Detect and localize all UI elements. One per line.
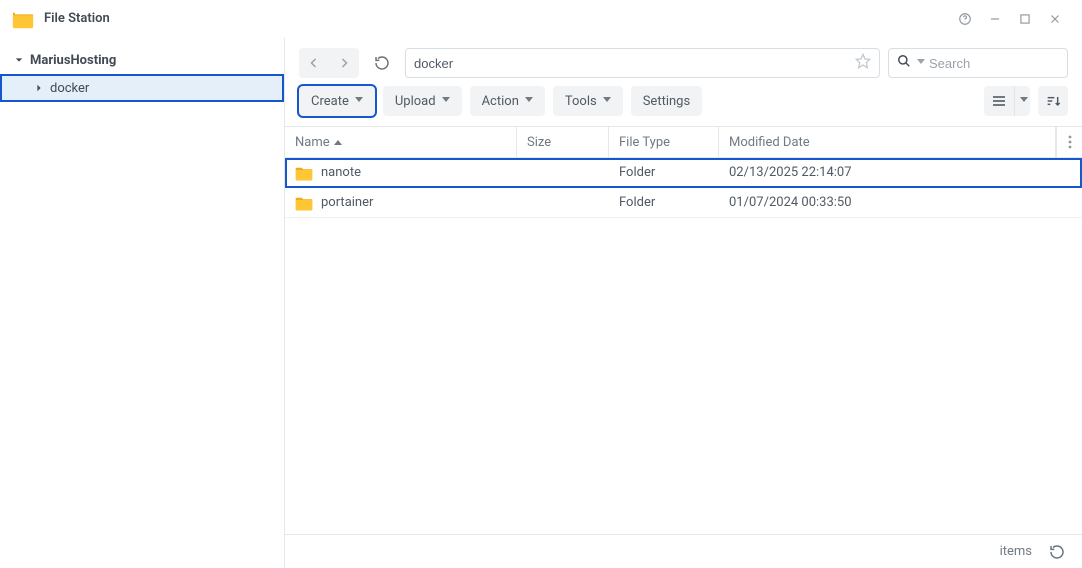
status-items-label: items (1000, 544, 1032, 559)
chevron-down-icon (355, 97, 363, 105)
app-title: File Station (44, 11, 110, 26)
sidebar: MariusHosting docker (0, 38, 285, 568)
folder-icon (295, 195, 313, 211)
chevron-down-icon[interactable] (915, 59, 925, 67)
upload-button[interactable]: Upload (383, 86, 462, 116)
action-button[interactable]: Action (470, 86, 545, 116)
action-toolbar: Create Upload Action Tools Settings (285, 84, 1082, 126)
tools-button-label: Tools (565, 94, 597, 109)
maximize-button[interactable] (1010, 4, 1040, 34)
sort-button[interactable] (1038, 86, 1068, 116)
path-input[interactable] (414, 56, 849, 71)
file-date: 02/13/2025 22:14:07 (719, 165, 1082, 180)
settings-button[interactable]: Settings (631, 86, 702, 116)
help-button[interactable] (950, 4, 980, 34)
create-button[interactable]: Create (299, 86, 375, 116)
tree-item-label: docker (50, 81, 89, 96)
column-header-date[interactable]: Modified Date (719, 127, 1056, 157)
file-name: nanote (321, 165, 361, 180)
file-date: 01/07/2024 00:33:50 (719, 195, 1082, 210)
column-date-label: Modified Date (729, 135, 810, 150)
refresh-button[interactable] (367, 48, 397, 78)
table-row[interactable]: nanote Folder 02/13/2025 22:14:07 (285, 158, 1082, 188)
search-box[interactable] (888, 48, 1068, 78)
create-button-label: Create (311, 94, 349, 109)
folder-icon (295, 165, 313, 181)
view-mode-dropdown[interactable] (1014, 86, 1030, 116)
tree-item-docker[interactable]: docker (0, 74, 284, 102)
statusbar: items (285, 534, 1082, 568)
minimize-button[interactable] (980, 4, 1010, 34)
tools-button[interactable]: Tools (553, 86, 623, 116)
search-icon (897, 54, 911, 72)
upload-button-label: Upload (395, 94, 436, 109)
file-type: Folder (609, 165, 719, 180)
close-button[interactable] (1040, 4, 1070, 34)
view-mode-group (984, 86, 1030, 116)
titlebar: File Station (0, 0, 1082, 38)
sort-asc-icon (334, 140, 342, 145)
list-view-button[interactable] (984, 86, 1014, 116)
back-button[interactable] (299, 48, 329, 78)
settings-button-label: Settings (643, 94, 690, 109)
column-name-label: Name (295, 135, 330, 150)
tree-root-label: MariusHosting (30, 53, 116, 68)
forward-button[interactable] (329, 48, 359, 78)
chevron-right-icon (34, 83, 44, 93)
search-input[interactable] (929, 56, 1082, 71)
chevron-down-icon (525, 97, 533, 105)
column-header-size[interactable]: Size (517, 127, 609, 157)
table-row[interactable]: portainer Folder 01/07/2024 00:33:50 (285, 188, 1082, 218)
tree-root[interactable]: MariusHosting (0, 46, 284, 74)
file-type: Folder (609, 195, 719, 210)
column-header-name[interactable]: Name (285, 127, 517, 157)
column-size-label: Size (527, 135, 551, 150)
column-type-label: File Type (619, 135, 670, 150)
file-table: Name Size File Type Modified Date (285, 126, 1082, 534)
status-refresh-button[interactable] (1046, 541, 1068, 563)
app-icon (12, 8, 34, 30)
favorite-icon[interactable] (855, 53, 871, 73)
file-name: portainer (321, 195, 373, 210)
path-input-container[interactable] (405, 48, 880, 78)
action-button-label: Action (482, 94, 519, 109)
chevron-down-icon (603, 97, 611, 105)
column-menu-button[interactable] (1056, 127, 1082, 157)
table-header: Name Size File Type Modified Date (285, 126, 1082, 158)
path-toolbar (285, 38, 1082, 84)
chevron-down-icon (442, 97, 450, 105)
column-header-type[interactable]: File Type (609, 127, 719, 157)
chevron-down-icon (14, 55, 24, 65)
nav-group (299, 48, 359, 78)
